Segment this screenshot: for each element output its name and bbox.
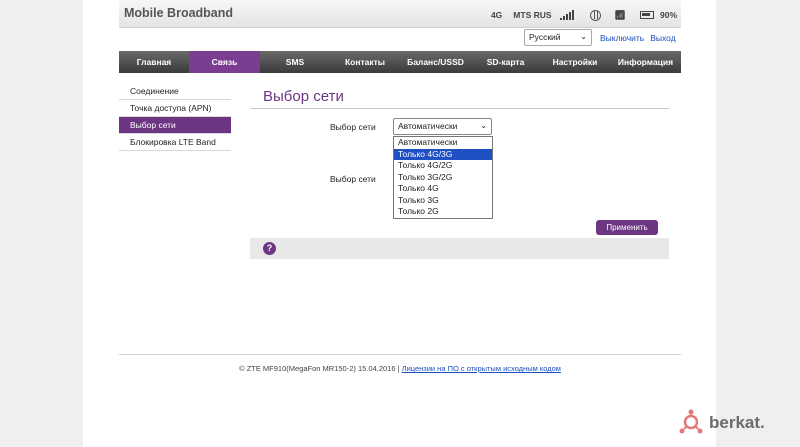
sidebar: Соединение Точка доступа (APN) Выбор сет… xyxy=(119,83,231,151)
dropdown-option-4g-2g[interactable]: Только 4G/2G xyxy=(394,160,492,172)
dropdown-option-4g-3g[interactable]: Только 4G/3G xyxy=(394,148,492,160)
berkat-logo-icon xyxy=(679,409,703,434)
nav-item-home[interactable]: Главная xyxy=(119,51,189,73)
nav-item-sd-card[interactable]: SD-карта xyxy=(471,51,540,73)
wifi-icon: 📶︎ xyxy=(614,9,626,20)
network-type: 4G xyxy=(490,10,503,20)
chevron-down-icon: ⌄ xyxy=(580,32,587,41)
language-select[interactable]: Русский ⌄ xyxy=(524,29,592,46)
network-select-label: Выбор сети xyxy=(330,122,376,132)
title-divider xyxy=(250,108,669,109)
license-link[interactable]: Лицензии на ПО с открытым исходным кодом xyxy=(402,364,561,373)
main-nav: Главная Связь SMS Контакты Баланс/USSD S… xyxy=(119,51,681,73)
network-select-label-2: Выбор сети xyxy=(330,174,376,184)
sidebar-item-lte-band-lock[interactable]: Блокировка LTE Band xyxy=(119,134,231,151)
network-mode-select[interactable]: Автоматически ⌄ xyxy=(393,118,492,135)
exit-link[interactable]: Выход xyxy=(650,33,675,43)
nav-item-contacts[interactable]: Контакты xyxy=(330,51,400,73)
nav-item-connection[interactable]: Связь xyxy=(189,51,260,73)
network-mode-dropdown: Автоматически Только 4G/3G Только 4G/2G … xyxy=(393,136,493,219)
header-bar: Mobile Broadband 4G MTS RUS 📶︎ 90% xyxy=(119,0,681,28)
dropdown-option-3g-2g[interactable]: Только 3G/2G xyxy=(394,172,492,184)
chevron-down-icon: ⌄ xyxy=(480,121,487,130)
apply-button[interactable]: Применить xyxy=(596,220,658,235)
footer: © ZTE MF910(MegaFon MR150-2) 15.04.2016 … xyxy=(0,364,800,373)
footer-copyright: © ZTE MF910(MegaFon MR150-2) 15.04.2016 … xyxy=(239,364,400,373)
watermark: berkat. xyxy=(676,406,765,440)
dropdown-option-3g[interactable]: Только 3G xyxy=(394,195,492,207)
battery-level: 90% xyxy=(659,10,677,20)
help-bar: ? xyxy=(250,238,669,259)
watermark-text: berkat. xyxy=(709,413,765,432)
battery-icon xyxy=(639,11,654,19)
logout-link[interactable]: Выключить xyxy=(600,33,644,43)
auth-links: Выключить Выход xyxy=(600,33,682,43)
signal-icon xyxy=(559,10,574,20)
nav-item-balance[interactable]: Баланс/USSD xyxy=(400,51,471,73)
nav-item-sms[interactable]: SMS xyxy=(260,51,330,73)
help-icon[interactable]: ? xyxy=(263,242,276,255)
nav-item-info[interactable]: Информация xyxy=(610,51,681,73)
footer-divider xyxy=(119,354,681,355)
dropdown-option-2g[interactable]: Только 2G xyxy=(394,206,492,218)
dropdown-option-4g[interactable]: Только 4G xyxy=(394,183,492,195)
sidebar-item-apn[interactable]: Точка доступа (APN) xyxy=(119,100,231,117)
brand-title: Mobile Broadband xyxy=(124,6,234,20)
globe-icon xyxy=(589,9,601,21)
page-title: Выбор сети xyxy=(263,88,344,105)
language-value: Русский xyxy=(529,32,561,42)
network-mode-value: Автоматически xyxy=(398,121,458,131)
nav-item-settings[interactable]: Настройки xyxy=(540,51,610,73)
operator-name: MTS RUS xyxy=(513,10,552,20)
status-bar: 4G MTS RUS 📶︎ 90% xyxy=(491,8,677,22)
sidebar-item-connection[interactable]: Соединение xyxy=(119,83,231,100)
sidebar-item-network-select[interactable]: Выбор сети xyxy=(119,117,231,134)
dropdown-option-auto[interactable]: Автоматически xyxy=(394,137,492,149)
